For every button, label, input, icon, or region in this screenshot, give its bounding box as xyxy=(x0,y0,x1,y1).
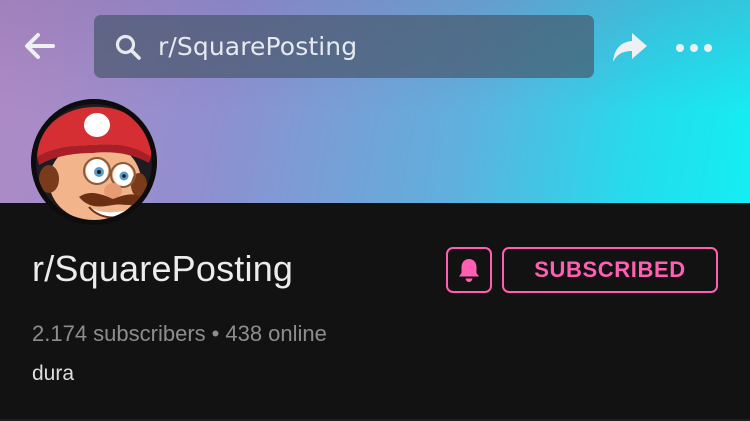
search-input[interactable]: r/SquarePosting xyxy=(158,32,357,61)
back-button[interactable] xyxy=(18,24,62,68)
community-stats: 2.174 subscribers • 438 online xyxy=(32,321,327,347)
community-description: dura xyxy=(32,362,75,385)
community-name: r/SquarePosting xyxy=(32,248,294,289)
share-button[interactable] xyxy=(608,26,652,70)
search-bar[interactable]: r/SquarePosting xyxy=(94,15,594,78)
subreddit-screen: r/SquarePosting r/SquarePosting SUBSCRIB… xyxy=(0,0,750,421)
community-avatar xyxy=(31,99,157,225)
stats-separator: • xyxy=(211,321,220,346)
more-options-icon xyxy=(676,44,712,52)
more-options-button[interactable] xyxy=(672,28,716,68)
bell-icon xyxy=(459,259,479,282)
subscriber-count: 2.174 subscribers xyxy=(32,321,206,346)
notification-bell-button[interactable] xyxy=(446,247,492,293)
share-icon xyxy=(613,33,647,62)
back-arrow-icon xyxy=(25,33,55,59)
subscribed-button[interactable]: SUBSCRIBED xyxy=(502,247,718,293)
community-info-panel xyxy=(0,203,750,421)
search-icon xyxy=(112,31,144,63)
online-count: 438 online xyxy=(225,321,327,346)
